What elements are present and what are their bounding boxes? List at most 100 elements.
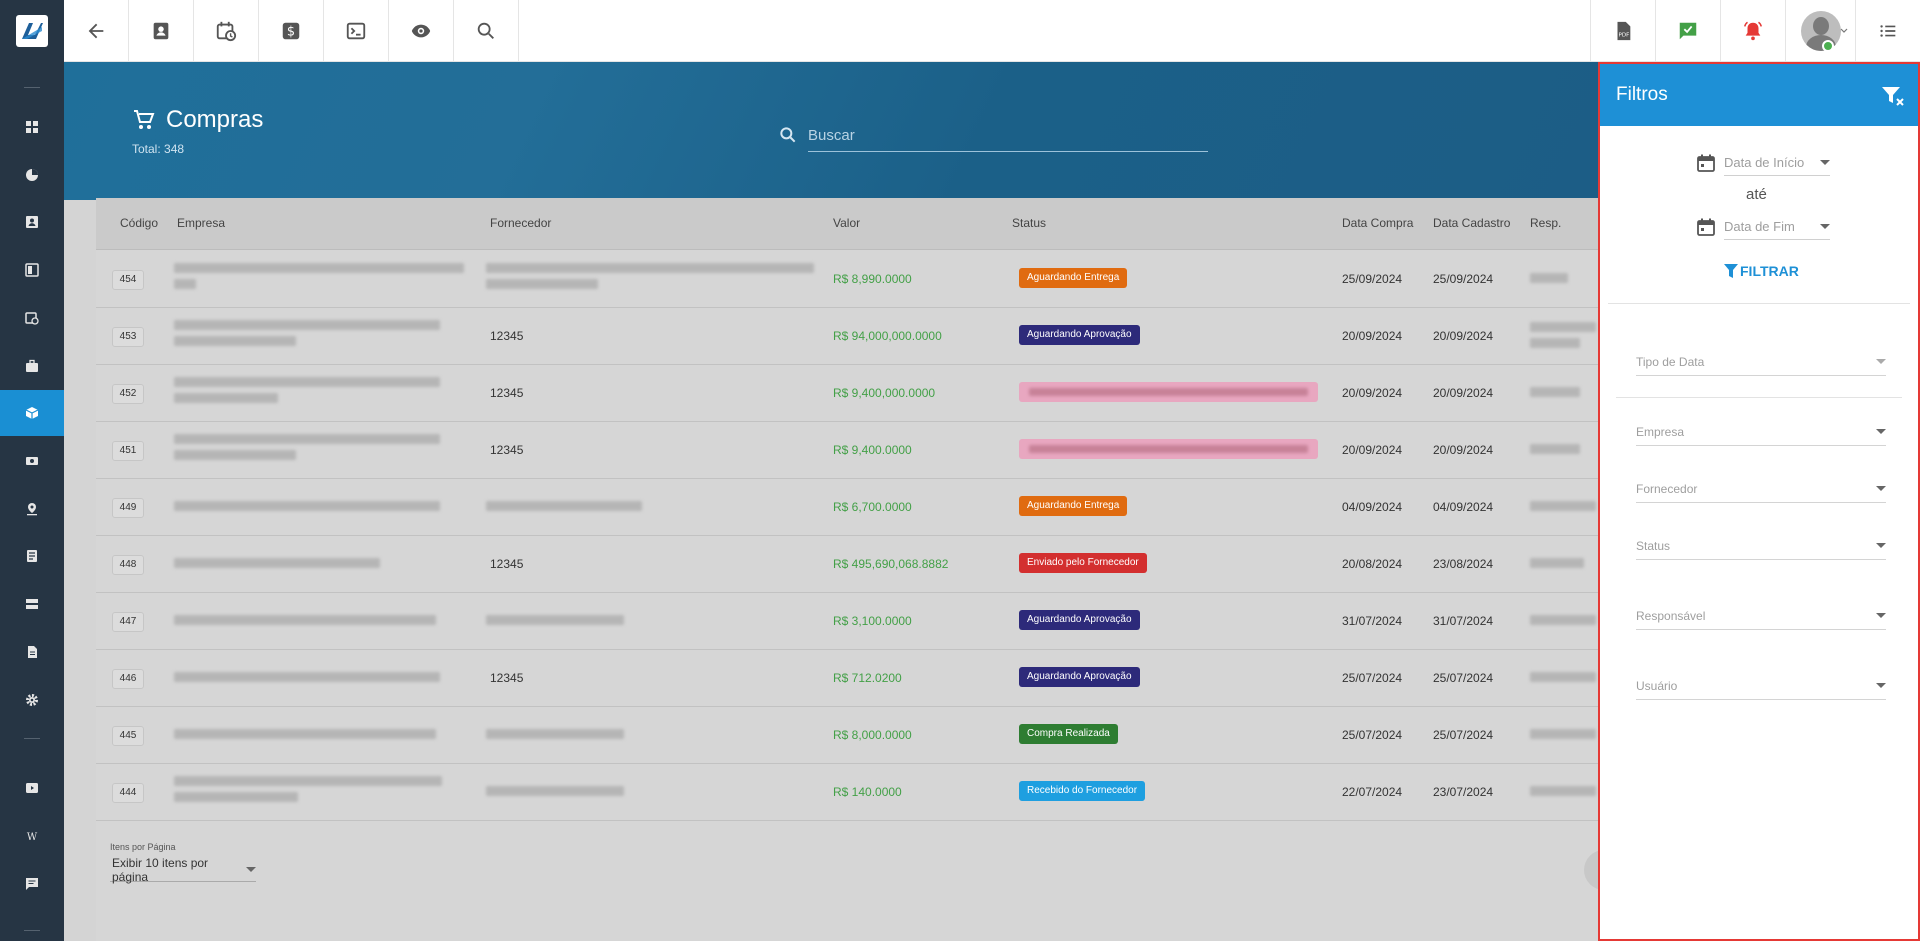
sidebar-divider [24,930,40,931]
sidebar-item-documents[interactable] [0,533,64,579]
row-code: 448 [112,555,144,575]
row-purchase-date: 25/09/2024 [1342,272,1403,286]
calendar-clock-icon [216,21,237,42]
pdf-button[interactable]: PDF [1590,0,1655,62]
wiki-icon: W [27,832,38,843]
sidebar-item-board[interactable] [0,247,64,293]
date-start-field[interactable]: Data de Início [1724,150,1830,176]
column-header-supplier[interactable]: Fornecedor [490,216,551,230]
date-end-field[interactable]: Data de Fim [1724,214,1830,240]
sidebar-item-locations[interactable] [0,486,64,532]
sidebar-item-settings[interactable] [0,677,64,723]
row-value: R$ 3,100.0000 [833,614,912,628]
dashboard-icon [26,121,38,133]
sidebar-item-reports[interactable] [0,152,64,198]
messages-button[interactable] [1655,0,1720,62]
status-badge [1019,382,1318,402]
blurred-status [1029,388,1308,396]
table-row[interactable]: 452 12345 R$ 9,400,000.0000 20/09/2024 2… [96,365,1600,422]
blurred-responsible [1530,322,1596,332]
apply-filter-button[interactable]: FILTRAR [1724,263,1799,279]
blurred-supplier [486,615,624,625]
alerts-button[interactable] [1720,0,1785,62]
table-row[interactable]: 446 12345 R$ 712.0200 Aguardando Aprovaç… [96,650,1600,707]
column-header-status[interactable]: Status [1012,216,1046,230]
sidebar-item-purchases[interactable] [0,390,64,436]
row-registration-date: 23/07/2024 [1433,785,1494,799]
schedule-button[interactable] [194,0,259,62]
blurred-company [174,615,436,625]
app-logo[interactable] [0,0,64,62]
terminal-icon [346,22,366,40]
row-registration-date: 25/07/2024 [1433,671,1494,685]
chevron-down-icon [1840,28,1848,33]
row-purchase-date: 22/07/2024 [1342,785,1403,799]
blurred-company [174,336,296,346]
column-header-value[interactable]: Valor [833,216,860,230]
sidebar-item-contacts[interactable] [0,199,64,245]
contacts-button[interactable] [129,0,194,62]
search-bar[interactable]: Buscar [778,118,1208,152]
blurred-company [174,377,440,387]
sidebar-item-videos[interactable] [0,765,64,811]
status-badge [1019,439,1318,459]
pagination-label: Itens por Página [110,842,176,852]
company-select[interactable]: Empresa [1636,418,1886,446]
supplier-select[interactable]: Fornecedor [1636,475,1886,503]
sidebar-item-files[interactable] [0,629,64,675]
sidebar-item-chat[interactable] [0,861,64,907]
caret-down-icon [1820,160,1830,165]
blurred-responsible [1530,558,1584,568]
items-per-page-value: Exibir 10 itens por página [112,855,209,884]
back-button[interactable] [64,0,129,62]
user-select[interactable]: Usuário [1636,672,1886,700]
column-header-registration-date[interactable]: Data Cadastro [1433,216,1510,230]
responsible-select[interactable]: Responsável [1636,602,1886,630]
table-row[interactable]: 447 R$ 3,100.0000 Aguardando Aprovação 3… [96,593,1600,650]
row-supplier: 12345 [490,386,524,400]
sidebar-item-wiki[interactable]: W [0,813,64,859]
sidebar-item-servers[interactable] [0,581,64,627]
table-row[interactable]: 445 R$ 8,000.0000 Compra Realizada 25/07… [96,707,1600,764]
row-code: 451 [112,441,144,461]
items-per-page-select[interactable]: Exibir 10 itens por página [110,855,256,884]
blurred-company [174,729,436,739]
caret-down-icon [1876,683,1886,688]
status-badge: Compra Realizada [1019,724,1118,744]
sidebar-item-dashboard[interactable] [0,104,64,150]
row-value: R$ 8,990.0000 [833,272,912,286]
table-row[interactable]: 449 R$ 6,700.0000 Aguardando Entrega 04/… [96,479,1600,536]
search-button[interactable] [454,0,519,62]
blurred-company [174,450,296,460]
status-select[interactable]: Status [1636,532,1886,560]
blurred-responsible [1530,273,1568,283]
svg-text:$: $ [287,25,295,40]
date-start-row: Data de Início [1696,148,1836,178]
sidebar-item-schedule[interactable] [0,295,64,341]
view-button[interactable] [389,0,454,62]
caret-down-icon [1876,429,1886,434]
table-row[interactable]: 448 12345 R$ 495,690,068.8882 Enviado pe… [96,536,1600,593]
calendar-icon [1697,154,1715,172]
blurred-responsible [1530,387,1580,397]
table-row[interactable]: 451 12345 R$ 9,400.0000 20/09/2024 20/09… [96,422,1600,479]
column-header-responsible[interactable]: Resp. [1530,216,1561,230]
sidebar-item-finance[interactable] [0,438,64,484]
sidebar-item-business[interactable] [0,343,64,389]
clear-filters-button[interactable] [1880,84,1906,111]
table-row[interactable]: 444 R$ 140.0000 Recebido do Fornecedor 2… [96,764,1600,821]
column-header-code[interactable]: Código [120,216,158,230]
date-type-select[interactable]: Tipo de Data [1636,348,1886,376]
finance-button[interactable]: $ [259,0,324,62]
column-header-purchase-date[interactable]: Data Compra [1342,216,1413,230]
search-input[interactable]: Buscar [808,127,855,144]
column-header-company[interactable]: Empresa [177,216,225,230]
row-purchase-date: 31/07/2024 [1342,614,1403,628]
row-supplier: 12345 [490,671,524,685]
table-row[interactable]: 454 R$ 8,990.0000 Aguardando Entrega 25/… [96,251,1600,308]
user-menu[interactable] [1785,0,1855,62]
terminal-button[interactable] [324,0,389,62]
menu-list-button[interactable] [1855,0,1920,62]
table-row[interactable]: 453 12345 R$ 94,000,000.0000 Aguardando … [96,308,1600,365]
blurred-company [174,558,380,568]
